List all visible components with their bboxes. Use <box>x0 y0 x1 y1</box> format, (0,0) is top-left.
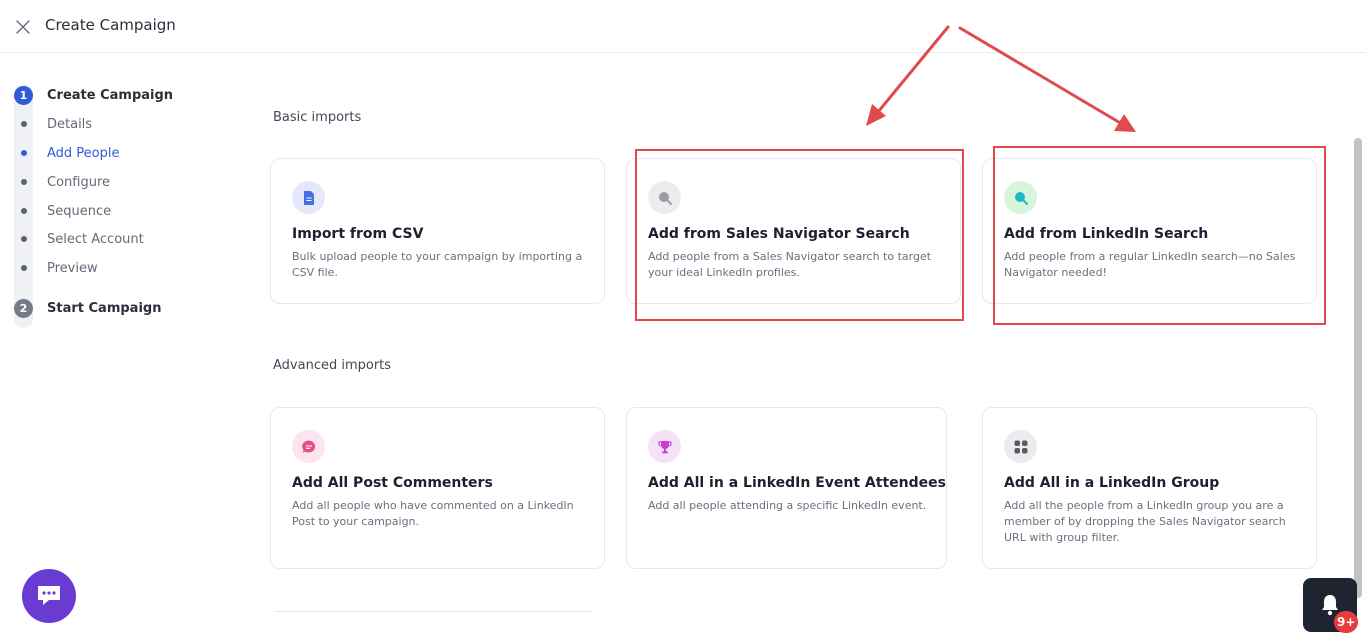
basic-imports-heading: Basic imports <box>273 110 362 125</box>
card-description: Add all people attending a specific Link… <box>648 499 927 512</box>
post-commenters-card[interactable]: Add All Post Commenters Add all people w… <box>270 407 605 569</box>
step-start-campaign[interactable]: 2 Start Campaign <box>14 298 161 318</box>
step-dot <box>20 121 27 127</box>
card-title: Add from LinkedIn Search <box>1004 226 1209 242</box>
substep-configure[interactable]: Configure <box>14 172 110 192</box>
card-description: Add all people who have commented on a L… <box>292 499 574 528</box>
step-label: Create Campaign <box>47 87 174 103</box>
step-dot <box>20 265 27 271</box>
step-number: 2 <box>14 298 33 318</box>
step-dot <box>20 236 27 242</box>
step-number: 1 <box>14 85 33 105</box>
advanced-imports-heading: Advanced imports <box>273 358 392 373</box>
top-bar: Create Campaign <box>0 0 1366 53</box>
card-description: Add people from a Sales Navigator search… <box>648 250 932 279</box>
card-description: Bulk upload people to your campaign by i… <box>292 250 583 279</box>
group-grid-icon <box>1004 430 1037 463</box>
page-title: Create Campaign <box>45 16 176 34</box>
arrowhead-right <box>1114 114 1136 132</box>
scrollbar-thumb[interactable] <box>1354 138 1362 598</box>
card-description: Add people from a regular LinkedIn searc… <box>1004 250 1296 279</box>
csv-file-icon <box>292 181 325 214</box>
step-create-campaign[interactable]: 1 Create Campaign <box>14 85 173 105</box>
substep-label: Select Account <box>47 231 144 247</box>
step-dot <box>20 208 27 214</box>
next-section-edge <box>276 611 592 612</box>
card-title: Import from CSV <box>292 226 424 242</box>
substep-preview[interactable]: Preview <box>14 258 98 278</box>
linkedin-search-icon <box>1004 181 1037 214</box>
substep-select-account[interactable]: Select Account <box>14 229 144 249</box>
import-csv-card[interactable]: Import from CSV Bulk upload people to yo… <box>270 158 605 304</box>
comment-icon <box>292 430 325 463</box>
trophy-icon <box>648 430 681 463</box>
substep-details[interactable]: Details <box>14 114 92 134</box>
sales-navigator-search-card[interactable]: Add from Sales Navigator Search Add peop… <box>626 158 961 304</box>
card-title: Add All Post Commenters <box>292 475 493 491</box>
close-icon[interactable] <box>14 18 32 36</box>
sales-navigator-search-icon <box>648 181 681 214</box>
linkedin-group-card[interactable]: Add All in a LinkedIn Group Add all the … <box>982 407 1317 569</box>
substep-label: Sequence <box>47 203 112 219</box>
card-title: Add All in a LinkedIn Event Attendees <box>648 475 946 491</box>
substep-label: Add People <box>47 145 120 161</box>
substep-label: Preview <box>47 260 98 276</box>
chat-button[interactable] <box>22 569 76 623</box>
chat-bubble-icon <box>38 586 60 605</box>
notification-badge: 9+ <box>1334 611 1359 633</box>
step-label: Start Campaign <box>47 300 162 316</box>
step-dot <box>20 150 27 156</box>
card-title: Add from Sales Navigator Search <box>648 226 910 242</box>
substep-sequence[interactable]: Sequence <box>14 201 111 221</box>
arrowhead-left <box>866 104 886 126</box>
substep-label: Details <box>47 116 93 132</box>
card-description: Add all the people from a LinkedIn group… <box>1004 499 1286 544</box>
event-attendees-card[interactable]: Add All in a LinkedIn Event Attendees Ad… <box>626 407 947 569</box>
substep-label: Configure <box>47 174 111 190</box>
card-title: Add All in a LinkedIn Group <box>1004 475 1220 491</box>
substep-add-people[interactable]: Add People <box>14 143 120 163</box>
step-dot <box>20 179 27 185</box>
linkedin-search-card[interactable]: Add from LinkedIn Search Add people from… <box>982 158 1317 304</box>
